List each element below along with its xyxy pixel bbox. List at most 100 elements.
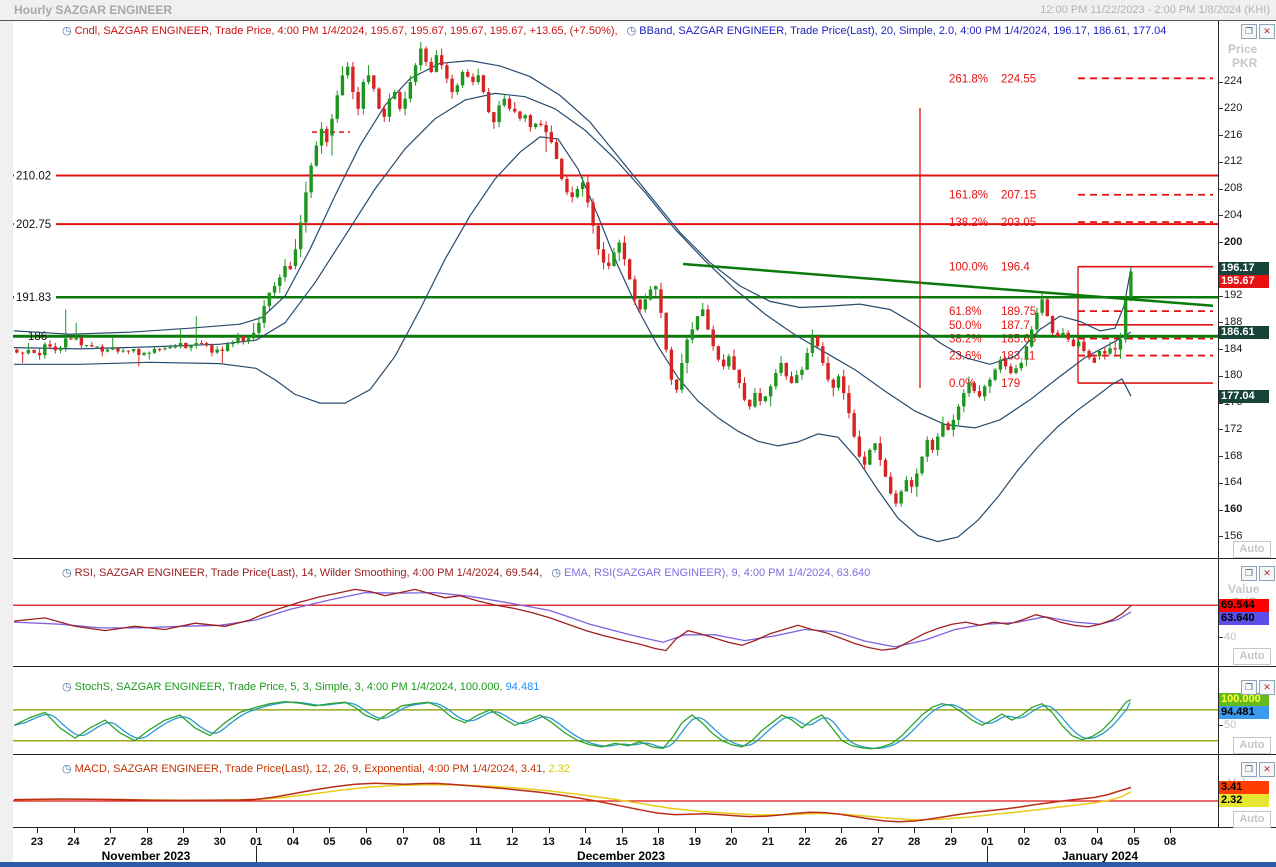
restore-icon[interactable]: ❐: [1241, 680, 1257, 695]
date-tick-mark: [292, 828, 294, 833]
stoch-panel-controls: ❐ ✕: [1241, 680, 1275, 695]
price-auto-scale-button[interactable]: Auto: [1233, 541, 1271, 558]
date-tick-mark: [731, 828, 733, 833]
rsi-auto-scale-button[interactable]: Auto: [1233, 648, 1271, 665]
month-label: January 2024: [1061, 849, 1139, 863]
svg-text:191.83: 191.83: [16, 292, 51, 304]
price-tick-label: 224: [1224, 75, 1243, 87]
svg-text:161.8%: 161.8%: [949, 190, 988, 202]
restore-icon[interactable]: ❐: [1241, 566, 1257, 581]
price-tick-mark: [1218, 322, 1223, 324]
month-separator: [987, 846, 988, 862]
price-tick-mark: [1218, 161, 1223, 163]
date-tick-label: 18: [652, 836, 665, 848]
date-tick-label: 04: [1090, 836, 1104, 848]
macd-auto-scale-button[interactable]: Auto: [1233, 811, 1271, 828]
rsi-legend[interactable]: RSI, SAZGAR ENGINEER, Trade Price(Last),…: [75, 567, 543, 579]
rsi-panel-controls: ❐ ✕: [1241, 566, 1275, 581]
date-tick-mark: [183, 828, 185, 833]
value-badge: 177.04: [1219, 389, 1269, 403]
price-tick-label: 212: [1224, 155, 1243, 168]
date-tick-label: 15: [615, 836, 628, 848]
date-tick-label: 27: [103, 836, 117, 848]
stoch-d-value: 94.481: [505, 681, 540, 693]
date-tick-mark: [914, 828, 916, 833]
clock-icon: ◷: [62, 25, 72, 37]
restore-icon[interactable]: ❐: [1241, 762, 1257, 777]
clock-icon: ◷: [626, 25, 637, 37]
svg-text:203.05: 203.05: [1001, 217, 1036, 229]
svg-text:138.2%: 138.2%: [949, 217, 988, 229]
price-tick-label: 164: [1224, 476, 1243, 489]
svg-text:261.8%: 261.8%: [949, 73, 988, 85]
date-tick-mark: [475, 828, 477, 833]
value-badge: 69.544: [1219, 599, 1269, 613]
bband-legend[interactable]: BBand, SAZGAR ENGINEER, Trade Price(Last…: [639, 25, 1166, 37]
svg-text:189.75: 189.75: [1001, 306, 1036, 318]
macd-legend[interactable]: MACD, SAZGAR ENGINEER, Trade Price(Last)…: [75, 763, 546, 775]
svg-text:210.02: 210.02: [16, 171, 51, 183]
date-tick-mark: [329, 828, 331, 833]
stoch-legend[interactable]: StochS, SAZGAR ENGINEER, Trade Price, 5,…: [75, 681, 503, 693]
svg-text:207.15: 207.15: [1001, 190, 1036, 202]
candle-legend[interactable]: Cndl, SAZGAR ENGINEER, Trade Price, 4:00…: [75, 25, 618, 37]
value-badge: 196.17: [1219, 261, 1269, 275]
rsi-axis-title: Value: [1228, 582, 1260, 596]
date-tick-label: 02: [1017, 836, 1030, 848]
date-tick-mark: [110, 828, 112, 833]
date-tick-label: 12: [506, 836, 519, 848]
macd-panel-legend: ◷ MACD, SAZGAR ENGINEER, Trade Price(Last…: [56, 762, 570, 775]
close-icon[interactable]: ✕: [1259, 24, 1275, 39]
svg-text:50.0%: 50.0%: [949, 320, 982, 332]
date-tick-mark: [658, 828, 660, 833]
price-tick-label: 180: [1224, 369, 1243, 382]
date-tick-label: 21: [761, 836, 775, 848]
rsi-ema-legend[interactable]: EMA, RSI(SAZGAR ENGINEER), 9, 4:00 PM 1/…: [564, 567, 870, 579]
time-range-label: 12:00 PM 11/22/2023 - 2:00 PM 1/8/2024 (…: [1040, 4, 1270, 16]
price-tick-label: 184: [1224, 342, 1243, 355]
title-bar[interactable]: Hourly SAZGAR ENGINEER 12:00 PM 11/22/20…: [0, 0, 1276, 21]
date-tick-mark: [256, 828, 258, 833]
date-tick-label: 05: [1127, 836, 1140, 848]
date-tick-label: 26: [834, 836, 848, 848]
date-tick-label: 04: [286, 836, 299, 848]
price-tick-label: 192: [1224, 289, 1243, 302]
stoch-auto-scale-button[interactable]: Auto: [1233, 737, 1271, 754]
date-tick-mark: [37, 828, 38, 833]
date-tick-label: 27: [871, 836, 884, 848]
clock-icon: ◷: [62, 763, 72, 775]
macd-panel-controls: ❐ ✕: [1241, 762, 1275, 777]
restore-icon[interactable]: ❐: [1241, 24, 1257, 39]
svg-text:224.55: 224.55: [1001, 73, 1036, 85]
date-tick-mark: [1060, 828, 1062, 833]
price-tick-mark: [1218, 242, 1223, 244]
price-tick-label: 160: [1224, 503, 1243, 516]
close-icon[interactable]: ✕: [1259, 566, 1275, 581]
clock-icon: ◷: [62, 567, 72, 579]
date-tick-label: 28: [140, 836, 153, 848]
date-tick-mark: [365, 828, 367, 833]
date-tick-mark: [804, 828, 806, 833]
value-badge: 195.67: [1219, 274, 1269, 288]
close-icon[interactable]: ✕: [1259, 680, 1275, 695]
date-tick-label: 08: [1163, 836, 1177, 848]
price-tick-label: 200: [1224, 235, 1243, 248]
price-chart-canvas[interactable]: 261.8% 224.55 161.8% 207.15 138.2% 203.05 100.…: [13, 20, 1218, 558]
price-tick-mark: [1218, 402, 1223, 404]
date-tick-label: 03: [1054, 836, 1067, 848]
date-tick-mark: [402, 828, 404, 833]
month-label: November 2023: [101, 849, 191, 863]
close-icon[interactable]: ✕: [1259, 762, 1275, 777]
value-badge: 3.41: [1219, 780, 1269, 794]
value-badge: 2.32: [1219, 793, 1269, 807]
window-title: Hourly SAZGAR ENGINEER: [14, 3, 173, 17]
svg-text:179: 179: [1001, 378, 1020, 390]
date-tick-label: 06: [359, 836, 373, 848]
date-tick-mark: [694, 828, 696, 833]
clock-icon: ◷: [62, 681, 72, 693]
price-tick-mark: [1218, 349, 1223, 351]
price-tick-mark: [1218, 81, 1223, 83]
date-tick-mark: [585, 828, 587, 833]
date-tick-label: 08: [432, 836, 446, 848]
date-tick-label: 22: [798, 836, 811, 848]
